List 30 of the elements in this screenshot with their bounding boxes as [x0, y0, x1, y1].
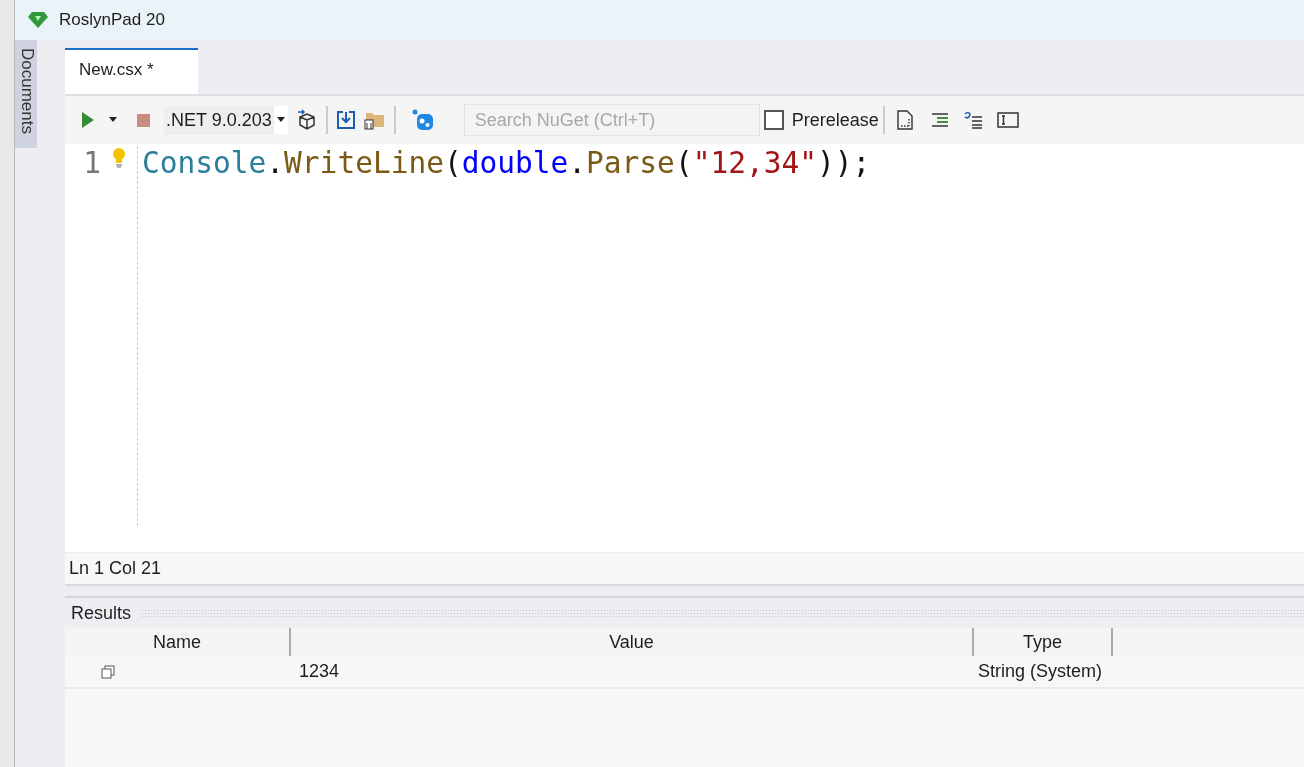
line-number: 1	[82, 146, 101, 180]
download-icon[interactable]	[335, 110, 356, 130]
caret-icon[interactable]	[109, 117, 117, 123]
table-cell: 1234	[299, 661, 340, 682]
checkbox[interactable]	[763, 110, 784, 130]
framework-label[interactable]: .NET 9.0.203	[164, 105, 274, 135]
panel-title: Results	[71, 602, 132, 624]
column-header[interactable]: Value	[609, 631, 654, 653]
caret-icon[interactable]	[276, 117, 285, 123]
code-line[interactable]: Console.WriteLine(double.Parse("12,34"));	[137, 146, 871, 526]
search-field[interactable]: Search NuGet (Ctrl+T)	[463, 104, 760, 136]
stop-icon[interactable]	[137, 113, 150, 127]
nuget-icon[interactable]	[411, 109, 434, 131]
copy-icon[interactable]	[101, 664, 115, 679]
column-header[interactable]: Name	[153, 631, 201, 653]
format-icon[interactable]	[930, 112, 949, 128]
checkbox-label[interactable]: Prerelease	[791, 109, 879, 131]
table-cell: String (System)	[978, 661, 1103, 682]
terminal-icon[interactable]	[996, 112, 1019, 128]
comment-icon[interactable]	[962, 111, 983, 129]
play-icon[interactable]	[81, 111, 95, 129]
document-icon[interactable]	[896, 110, 913, 130]
document-tab[interactable]: New.csx *	[65, 48, 198, 94]
box-icon[interactable]	[295, 109, 318, 131]
documents-tab[interactable]: Documents	[15, 40, 37, 148]
column-header[interactable]: Type	[1023, 631, 1062, 653]
folder-icon[interactable]	[363, 110, 386, 130]
gem-icon	[27, 11, 49, 29]
cursor-position: Ln 1 Col 21	[69, 558, 162, 579]
window-title: RoslynPad 20	[59, 10, 165, 30]
